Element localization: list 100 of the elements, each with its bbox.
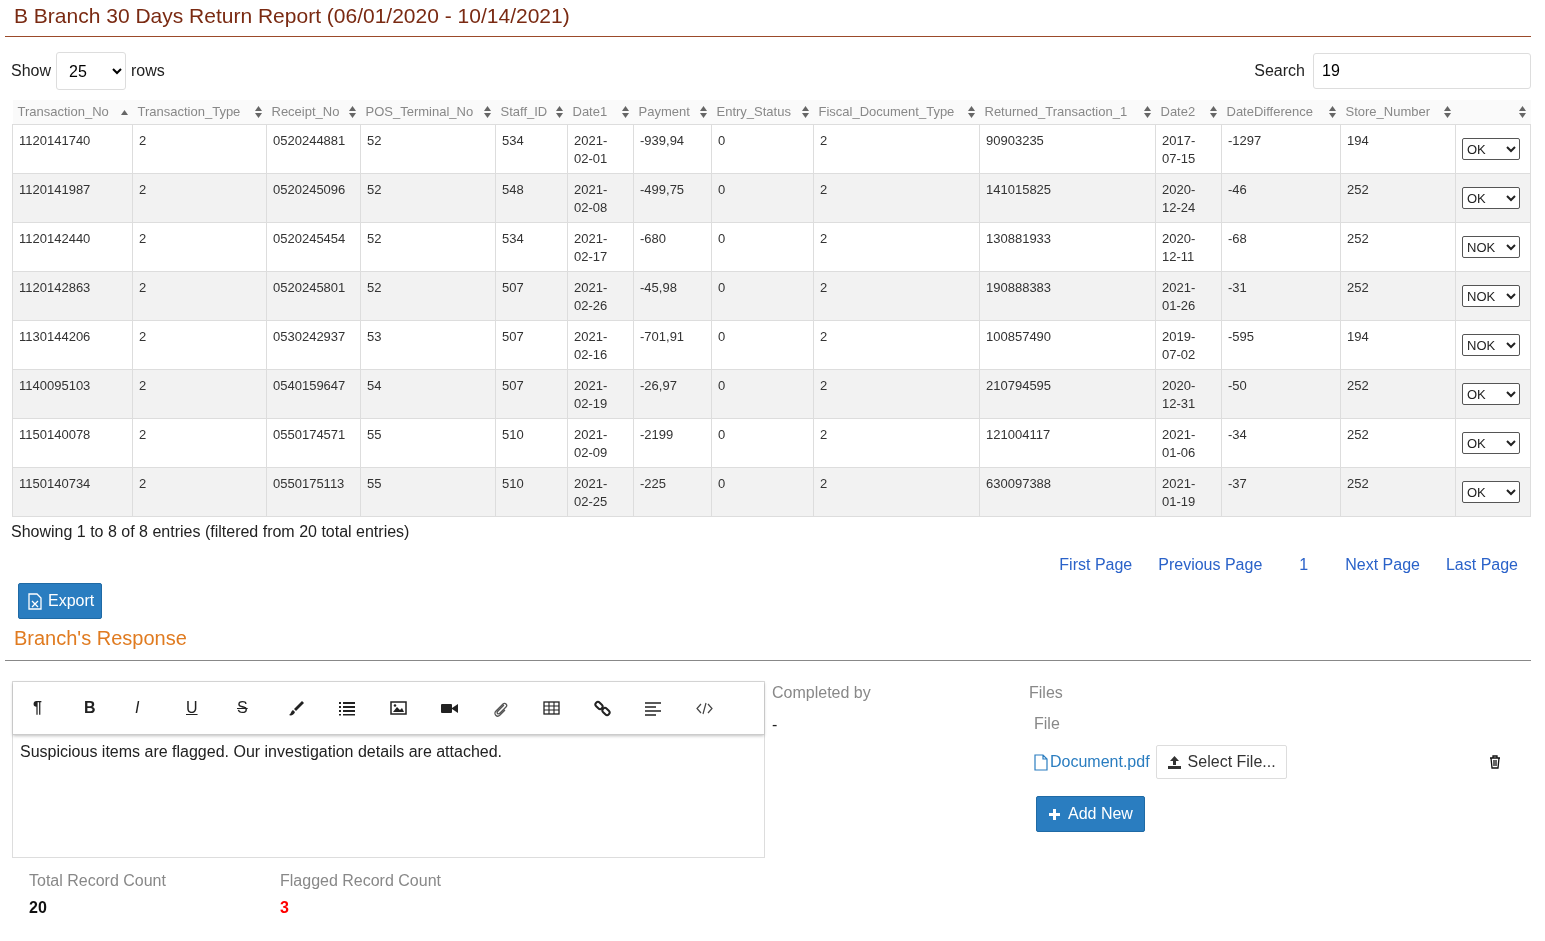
table-cell: 0 bbox=[711, 222, 814, 272]
rich-text-editor[interactable]: ¶ B I U S Suspicious items are flagged. Our investigation details are attached. bbox=[12, 681, 765, 858]
status-select[interactable]: OK bbox=[1462, 138, 1520, 160]
rows-label: rows bbox=[131, 62, 165, 80]
table-cell: 100857490 bbox=[979, 320, 1156, 370]
table-cell: 2021-02-16 bbox=[567, 320, 634, 370]
table-info: Showing 1 to 8 of 8 entries (filtered from 20 total entries) bbox=[10, 522, 411, 541]
table-cell: 2 bbox=[813, 369, 980, 419]
paragraph-button[interactable]: ¶ bbox=[27, 699, 48, 717]
table-cell: -939,94 bbox=[633, 124, 712, 174]
pager-link[interactable]: Last Page bbox=[1432, 556, 1531, 574]
bold-button[interactable]: B bbox=[78, 699, 102, 717]
brush-icon bbox=[288, 699, 305, 717]
file-link[interactable]: Document.pdf bbox=[1034, 753, 1150, 771]
table-cell: 1120142440 bbox=[12, 222, 133, 272]
table-cell: 507 bbox=[495, 369, 568, 419]
table-cell: 2 bbox=[132, 369, 267, 419]
table-cell: 2 bbox=[132, 418, 267, 468]
list-icon bbox=[339, 699, 356, 717]
table-cell: 510 bbox=[495, 467, 568, 517]
table-cell: 2 bbox=[813, 222, 980, 272]
table-cell: 0 bbox=[711, 369, 814, 419]
table-cell: 55 bbox=[360, 418, 496, 468]
table-cell: 0520245096 bbox=[266, 173, 361, 223]
table-cell: 1150140734 bbox=[12, 467, 133, 517]
plus-icon bbox=[1048, 807, 1061, 821]
table-cell: 1140095103 bbox=[12, 369, 133, 419]
select-file-button[interactable]: Select File... bbox=[1155, 745, 1287, 779]
status-select[interactable]: NOK bbox=[1462, 236, 1520, 258]
field-label: File bbox=[1033, 715, 1061, 733]
pager-link[interactable]: Next Page bbox=[1332, 556, 1433, 574]
table-cell: 548 bbox=[495, 173, 568, 223]
status-select[interactable]: NOK bbox=[1462, 285, 1520, 307]
table-cell: -26,97 bbox=[633, 369, 712, 419]
table-cell: 2 bbox=[813, 467, 980, 517]
table-cell: 0 bbox=[711, 467, 814, 517]
table-cell: 2021-02-19 bbox=[567, 369, 634, 419]
field-label: Completed by bbox=[772, 684, 872, 702]
document-icon bbox=[1034, 753, 1048, 771]
trash-icon[interactable] bbox=[1489, 755, 1501, 769]
table-cell: 0 bbox=[711, 124, 814, 174]
table-cell: 210794595 bbox=[979, 369, 1156, 419]
table-cell: 2 bbox=[813, 271, 980, 321]
table-cell: 2 bbox=[813, 124, 980, 174]
table-cell: 1120141740 bbox=[12, 124, 133, 174]
table-cell: 2 bbox=[132, 173, 267, 223]
table-cell: 2017-07-15 bbox=[1155, 124, 1222, 174]
table-cell: 0550175113 bbox=[266, 467, 361, 517]
table-cell: 90903235 bbox=[979, 124, 1156, 174]
table-cell: 121004117 bbox=[979, 418, 1156, 468]
table-cell: 507 bbox=[495, 271, 568, 321]
table-cell: 534 bbox=[495, 124, 568, 174]
field-value: - bbox=[772, 716, 779, 734]
table-cell: 2020-12-11 bbox=[1155, 222, 1222, 272]
table-cell: 0 bbox=[711, 418, 814, 468]
table-cell: 534 bbox=[495, 222, 568, 272]
add-new-button[interactable]: Add New bbox=[1036, 796, 1145, 832]
search-field[interactable]: 19 bbox=[1313, 53, 1531, 89]
status-select[interactable]: OK bbox=[1462, 383, 1520, 405]
table-cell: -50 bbox=[1221, 369, 1341, 419]
count-value: 20 bbox=[29, 899, 48, 917]
table-cell: 2 bbox=[813, 418, 980, 468]
table-cell: -68 bbox=[1221, 222, 1341, 272]
table-cell: 52 bbox=[360, 222, 496, 272]
page-number-link[interactable]: 1 bbox=[1275, 556, 1333, 574]
table-cell: 2021-01-19 bbox=[1155, 467, 1222, 517]
table-cell: -701,91 bbox=[633, 320, 712, 370]
table-cell: 0520245454 bbox=[266, 222, 361, 272]
table-cell: 2 bbox=[813, 173, 980, 223]
section-heading: Branch's Response bbox=[13, 626, 188, 651]
table-cell: 2021-02-09 bbox=[567, 418, 634, 468]
status-select[interactable]: OK bbox=[1462, 481, 1520, 503]
table-cell: 0 bbox=[711, 320, 814, 370]
export-button[interactable]: Export bbox=[18, 583, 103, 619]
table-cell: 252 bbox=[1340, 369, 1456, 419]
italic-button[interactable]: I bbox=[129, 699, 146, 717]
table-cell: 52 bbox=[360, 271, 496, 321]
report-title: B Branch 30 Days Return Report (06/01/2020 - 10/14/2021) bbox=[5, 0, 1531, 37]
status-select[interactable]: NOK bbox=[1462, 334, 1520, 356]
pager-link[interactable]: First Page bbox=[1046, 556, 1146, 574]
table-cell: -31 bbox=[1221, 271, 1341, 321]
strikethrough-button[interactable]: S bbox=[231, 699, 254, 717]
table-cell: 630097388 bbox=[979, 467, 1156, 517]
underline-button[interactable]: U bbox=[180, 699, 204, 717]
search-label: Search bbox=[1254, 62, 1305, 80]
table-cell: 54 bbox=[360, 369, 496, 419]
count-label: Total Record Count bbox=[29, 872, 167, 890]
table-cell: 252 bbox=[1340, 467, 1456, 517]
table-cell: 2020-12-31 bbox=[1155, 369, 1222, 419]
table-cell: -1297 bbox=[1221, 124, 1341, 174]
rows-per-page-select[interactable]: 25 bbox=[56, 52, 127, 90]
table-cell: -595 bbox=[1221, 320, 1341, 370]
table-cell: 0530242937 bbox=[266, 320, 361, 370]
status-select[interactable]: OK bbox=[1462, 187, 1520, 209]
table-cell: 0520245801 bbox=[266, 271, 361, 321]
upload-icon bbox=[1166, 755, 1182, 769]
pager-link[interactable]: Previous Page bbox=[1145, 556, 1276, 574]
table-cell: 0 bbox=[711, 271, 814, 321]
table-cell: 2 bbox=[132, 124, 267, 174]
status-select[interactable]: OK bbox=[1462, 432, 1520, 454]
